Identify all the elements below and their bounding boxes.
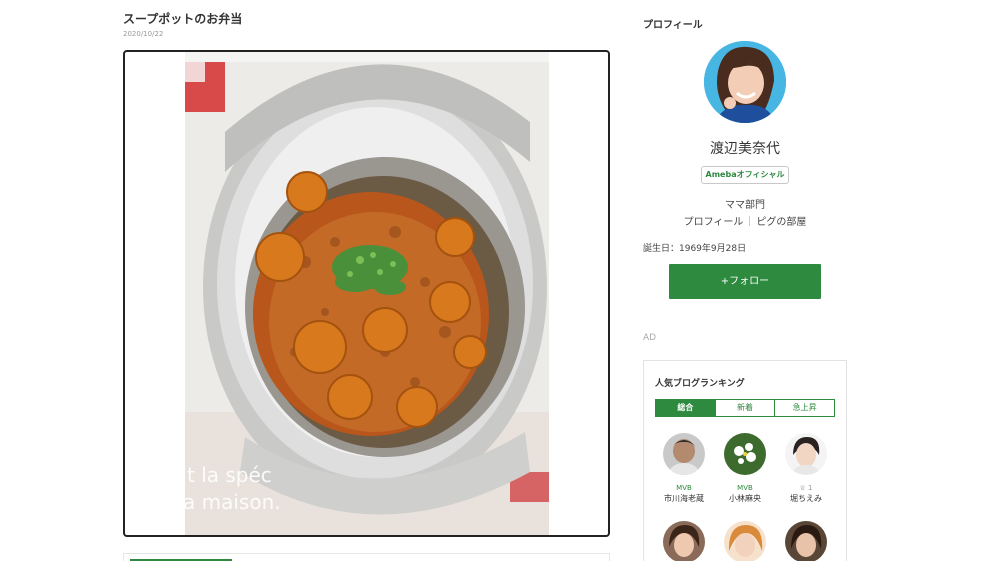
rank-name[interactable]: 市川海老蔵 xyxy=(655,493,713,504)
ranking-avatar[interactable] xyxy=(663,433,705,475)
profile-name[interactable]: 渡辺美奈代 xyxy=(643,138,847,158)
ranking-avatar[interactable] xyxy=(785,521,827,561)
follow-button[interactable]: +フォロー xyxy=(669,264,821,299)
ranking-avatar[interactable] xyxy=(785,433,827,475)
rank-badge: MVB xyxy=(676,484,692,492)
soup-pot-photo[interactable]: t la spéc a maison. xyxy=(185,52,549,535)
ad-label: AD xyxy=(643,333,657,343)
tab-rising[interactable]: 急上昇 xyxy=(774,400,834,416)
rank-badge: ♕ 1 xyxy=(799,484,813,492)
ranking-item[interactable] xyxy=(655,521,713,561)
ameba-official-badge: Amebaオフィシャル xyxy=(701,166,789,184)
ranking-item[interactable]: MVB 市川海老蔵 xyxy=(655,433,713,504)
ranking-tabs: 総合 新着 急上昇 xyxy=(655,399,835,417)
profile-category[interactable]: ママ部門 xyxy=(643,196,847,211)
post-date: 2020/10/22 xyxy=(123,30,164,38)
rank-name[interactable]: 小林麻央 xyxy=(716,493,774,504)
profile-avatar[interactable] xyxy=(704,41,786,123)
link-separator xyxy=(749,216,751,226)
ranking-item[interactable]: MVB 小林麻央 xyxy=(716,433,774,504)
ranking-item[interactable]: ♕ 1 堀ちえみ xyxy=(777,433,835,504)
birthday-text: 誕生日：1969年9月28日 xyxy=(643,244,747,254)
tab-overall[interactable]: 総合 xyxy=(656,400,715,416)
ranking-avatar[interactable] xyxy=(724,433,766,475)
rank-name[interactable]: 堀ちえみ xyxy=(777,493,835,504)
ranking-avatar[interactable] xyxy=(663,521,705,561)
next-section-box xyxy=(123,553,610,561)
bag-print-line1: t la spéc xyxy=(187,463,272,487)
post-image-frame[interactable]: t la spéc a maison. xyxy=(123,50,610,537)
profile-link[interactable]: プロフィール xyxy=(684,217,744,228)
ranking-item[interactable] xyxy=(716,521,774,561)
pigg-room-link[interactable]: ピグの部屋 xyxy=(756,217,806,228)
rank-badge: MVB xyxy=(737,484,753,492)
profile-links: プロフィール ピグの部屋 xyxy=(643,213,847,228)
ranking-avatar[interactable] xyxy=(724,521,766,561)
tab-new[interactable]: 新着 xyxy=(714,400,775,416)
post-title[interactable]: スープポットのお弁当 xyxy=(123,10,242,27)
bag-print-line2: a maison. xyxy=(185,490,281,514)
ranking-title: 人気ブログランキング xyxy=(655,379,745,389)
profile-heading: プロフィール xyxy=(643,20,703,31)
ranking-item[interactable] xyxy=(777,521,835,561)
blog-ranking-panel: 人気ブログランキング 総合 新着 急上昇 MVB 市川海老蔵 MVB 小林麻央 … xyxy=(643,360,847,561)
